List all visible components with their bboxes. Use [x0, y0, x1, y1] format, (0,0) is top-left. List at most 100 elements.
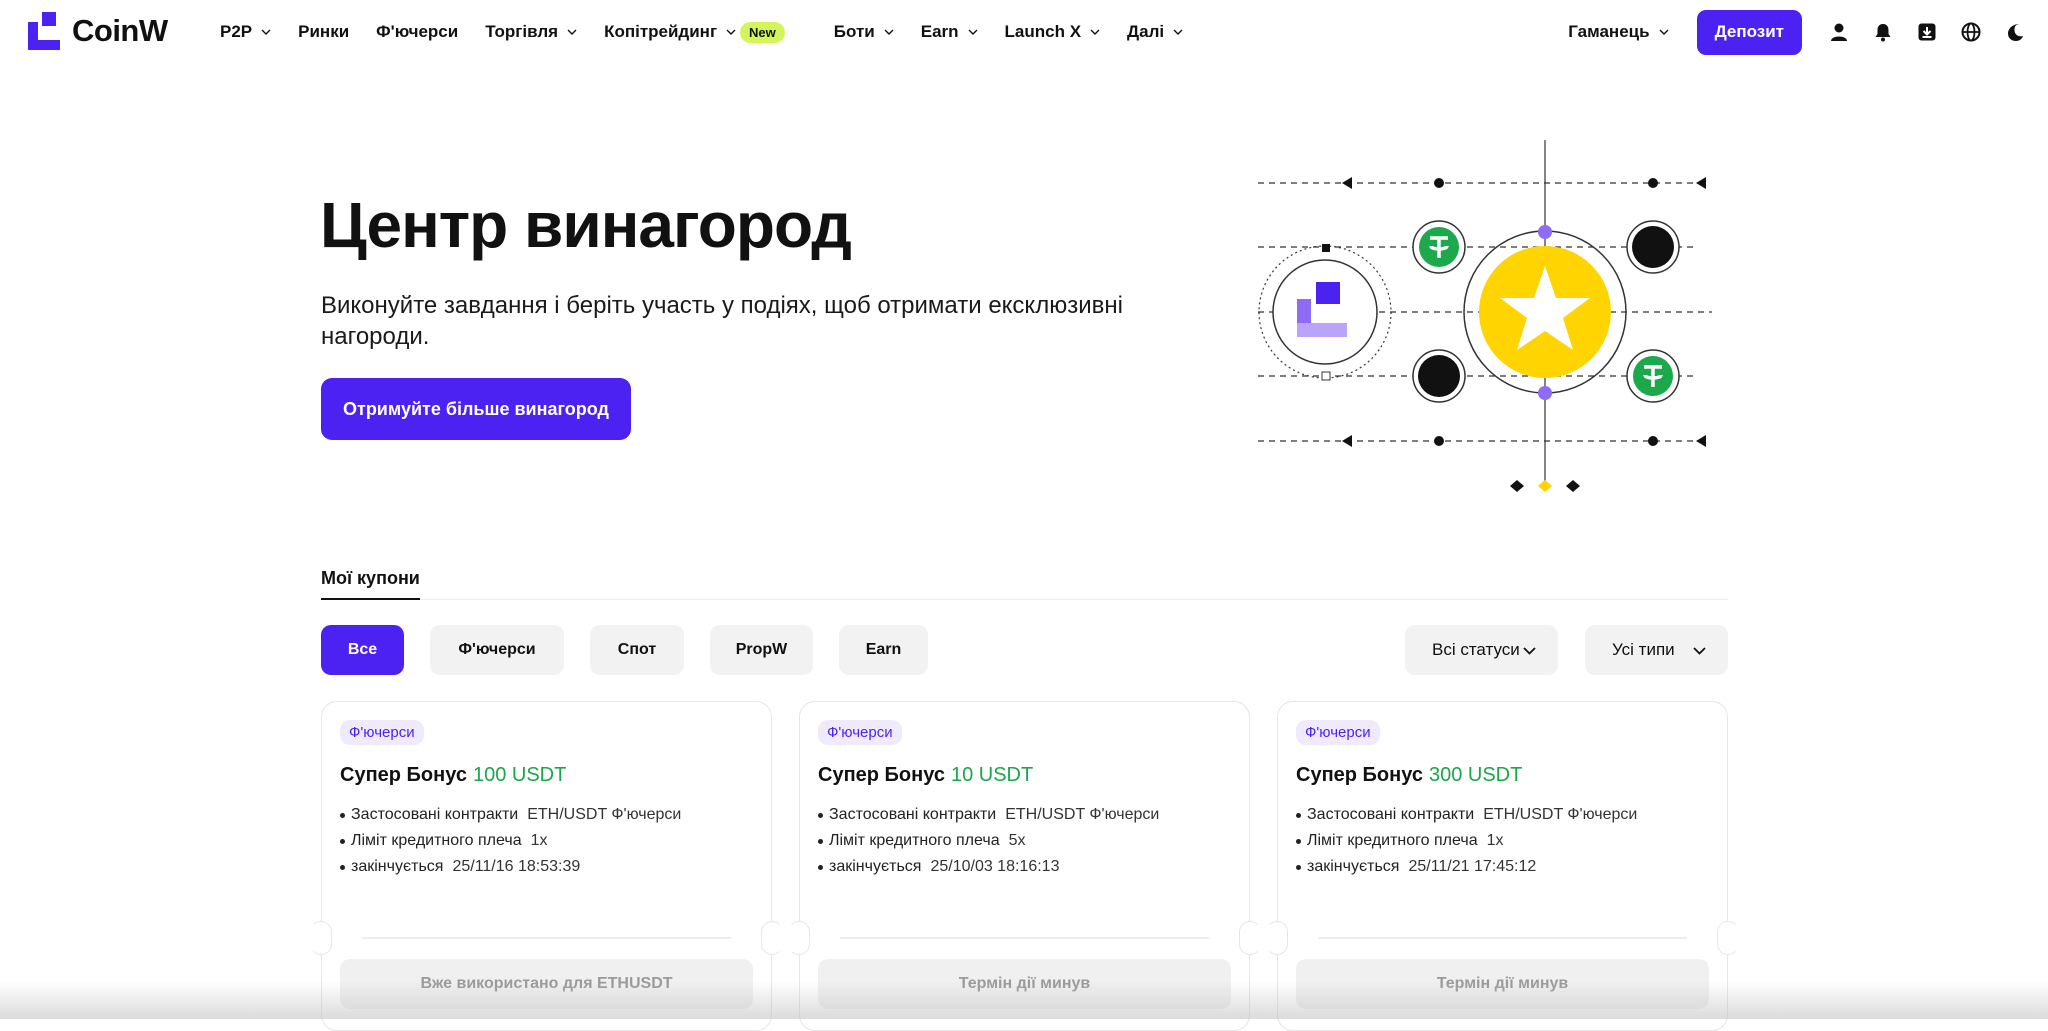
filter-chip-futures[interactable]: Ф'ючерси — [430, 625, 564, 675]
nav-item-earn[interactable]: Earn — [921, 22, 978, 42]
coupon-card: Ф'ючерси Супер Бонус300 USDT Застосовані… — [1277, 701, 1728, 1031]
nav-item-p2p[interactable]: P2P — [220, 22, 271, 42]
coupon-details: Застосовані контракти ETH/USDT Ф'ючерси Л… — [340, 802, 681, 880]
coupon-leverage-row: Ліміт кредитного плеча 5x — [818, 828, 1159, 854]
detail-value: ETH/USDT Ф'ючерси — [1005, 806, 1159, 824]
coupon-title: Супер Бонус300 USDT — [1296, 764, 1522, 787]
coupon-contracts-row: Застосовані контрактиETH/USDT Ф'ючерси — [1296, 802, 1637, 828]
coupon-contracts-row: Застосовані контракти ETH/USDT Ф'ючерси — [340, 802, 681, 828]
coupon-tabs: Мої купони — [321, 568, 1728, 600]
card-divider — [840, 937, 1209, 939]
filter-chip-propw[interactable]: PropW — [710, 625, 813, 675]
coupon-leverage-row: Ліміт кредитного плеча 1x — [1296, 828, 1637, 854]
nav-item-label: Ринки — [298, 22, 349, 42]
coupon-title-text: Супер Бонус — [340, 764, 467, 786]
get-more-rewards-button[interactable]: Отримуйте більше винагород — [321, 378, 631, 440]
coupon-card: Ф'ючерси Супер Бонус 100 USDT Застосовані… — [321, 701, 772, 1031]
bell-icon[interactable] — [1872, 21, 1894, 43]
filter-chip-all[interactable]: Все — [321, 625, 404, 675]
coupon-amount: 100 USDT — [473, 764, 566, 786]
coupon-status-button: Термін дії минув — [1296, 959, 1709, 1009]
detail-value: 25/11/21 17:45:12 — [1408, 858, 1536, 876]
filter-chip-earn[interactable]: Earn — [839, 625, 928, 675]
nav-item-label: Далі — [1127, 22, 1164, 42]
brand-name: CoinW — [72, 13, 168, 49]
detail-value: ETH/USDT Ф'ючерси — [1483, 806, 1637, 824]
coupon-amount: 10 USDT — [951, 764, 1033, 786]
coupon-tag: Ф'ючерси — [340, 720, 424, 745]
coupon-title: Супер Бонус 100 USDT — [340, 764, 566, 787]
nav-item-label: Ф'ючерси — [376, 22, 458, 42]
nav-item-more[interactable]: Далі — [1127, 22, 1183, 42]
coupon-tag: Ф'ючерси — [818, 720, 902, 745]
coupon-title: Супер Бонус 10 USDT — [818, 764, 1033, 787]
status-filter-label: Всі статуси — [1432, 640, 1520, 660]
nav-item-markets[interactable]: Ринки — [298, 22, 349, 42]
coupon-expiry-row: закінчується 25/11/16 18:53:39 — [340, 854, 681, 880]
moon-icon[interactable] — [2004, 21, 2026, 43]
tab-my-coupons[interactable]: Мої купони — [321, 568, 420, 600]
deposit-button[interactable]: Депозит — [1697, 10, 1802, 55]
type-filter-label: Усі типи — [1612, 640, 1675, 660]
detail-label: закінчується — [351, 858, 443, 876]
coupon-status-button: Вже використано для ETHUSDT — [340, 959, 753, 1009]
detail-label: Застосовані контракти — [829, 806, 996, 824]
new-badge: New — [740, 22, 785, 43]
filter-chip-spot[interactable]: Спот — [590, 625, 684, 675]
nav-right: Гаманець Депозит — [1568, 0, 2048, 64]
page-title: Центр винагород — [320, 188, 851, 262]
user-icon[interactable] — [1828, 21, 1850, 43]
status-filter-dropdown[interactable]: Всі статуси — [1405, 625, 1558, 675]
detail-value: 1x — [531, 832, 548, 850]
coupon-leverage-row: Ліміт кредитного плеча 1x — [340, 828, 681, 854]
wallet-menu[interactable]: Гаманець — [1568, 22, 1668, 42]
hero-subtitle: Виконуйте завдання і беріть участь у под… — [321, 290, 1181, 352]
detail-label: Застосовані контракти — [351, 806, 518, 824]
chevron-down-icon — [1173, 27, 1183, 37]
rewards-illustration — [1250, 136, 1720, 502]
nav-item-label: Копітрейдинг — [604, 22, 717, 42]
chevron-down-icon — [567, 27, 577, 37]
nav-item-trading[interactable]: Торгівля — [485, 22, 577, 42]
coinw-logo[interactable]: CoinW — [28, 12, 168, 50]
chevron-down-icon — [726, 27, 736, 37]
nav-item-launchx[interactable]: Launch X — [1005, 22, 1101, 42]
download-icon[interactable] — [1916, 21, 1938, 43]
type-filter-dropdown[interactable]: Усі типи — [1585, 625, 1728, 675]
detail-label: Ліміт кредитного плеча — [1307, 832, 1478, 850]
detail-value: 1x — [1487, 832, 1504, 850]
coupon-amount: 300 USDT — [1429, 764, 1522, 786]
card-divider — [1318, 937, 1687, 939]
chevron-down-icon — [261, 27, 271, 37]
detail-label: Ліміт кредитного плеча — [829, 832, 1000, 850]
coupon-details: Застосовані контрактиETH/USDT Ф'ючерси Л… — [1296, 802, 1637, 880]
detail-value: 25/11/16 18:53:39 — [452, 858, 580, 876]
detail-value: 5x — [1009, 832, 1026, 850]
coupon-status-button: Термін дії минув — [818, 959, 1231, 1009]
chevron-down-icon — [968, 27, 978, 37]
nav-item-futures[interactable]: Ф'ючерси — [376, 22, 458, 42]
chevron-down-icon — [1523, 644, 1536, 657]
coupon-tag: Ф'ючерси — [1296, 720, 1380, 745]
detail-label: закінчується — [829, 858, 921, 876]
nav-item-label: Earn — [921, 22, 959, 42]
globe-icon[interactable] — [1960, 21, 1982, 43]
detail-value: ETH/USDT Ф'ючерси — [527, 806, 681, 824]
detail-label: Ліміт кредитного плеча — [351, 832, 522, 850]
nav-item-label: Боти — [834, 22, 875, 42]
wallet-label: Гаманець — [1568, 22, 1649, 42]
nav-item-bots[interactable]: Боти — [834, 22, 894, 42]
coupon-expiry-row: закінчується 25/10/03 18:16:13 — [818, 854, 1159, 880]
nav-item-label: P2P — [220, 22, 252, 42]
coupon-expiry-row: закінчується25/11/21 17:45:12 — [1296, 854, 1637, 880]
nav-item-label: Торгівля — [485, 22, 558, 42]
coupon-contracts-row: Застосовані контракти ETH/USDT Ф'ючерси — [818, 802, 1159, 828]
coupon-title-text: Супер Бонус — [818, 764, 945, 786]
nav-item-copytrading[interactable]: КопітрейдингNew — [604, 22, 780, 43]
top-navbar: CoinW P2P Ринки Ф'ючерси Торгівля Копітр… — [0, 0, 2048, 64]
detail-value: 25/10/03 18:16:13 — [930, 858, 1059, 876]
chevron-down-icon — [884, 27, 894, 37]
chevron-down-icon — [1090, 27, 1100, 37]
chevron-down-icon — [1693, 644, 1706, 657]
coinw-logo-icon — [28, 12, 60, 50]
